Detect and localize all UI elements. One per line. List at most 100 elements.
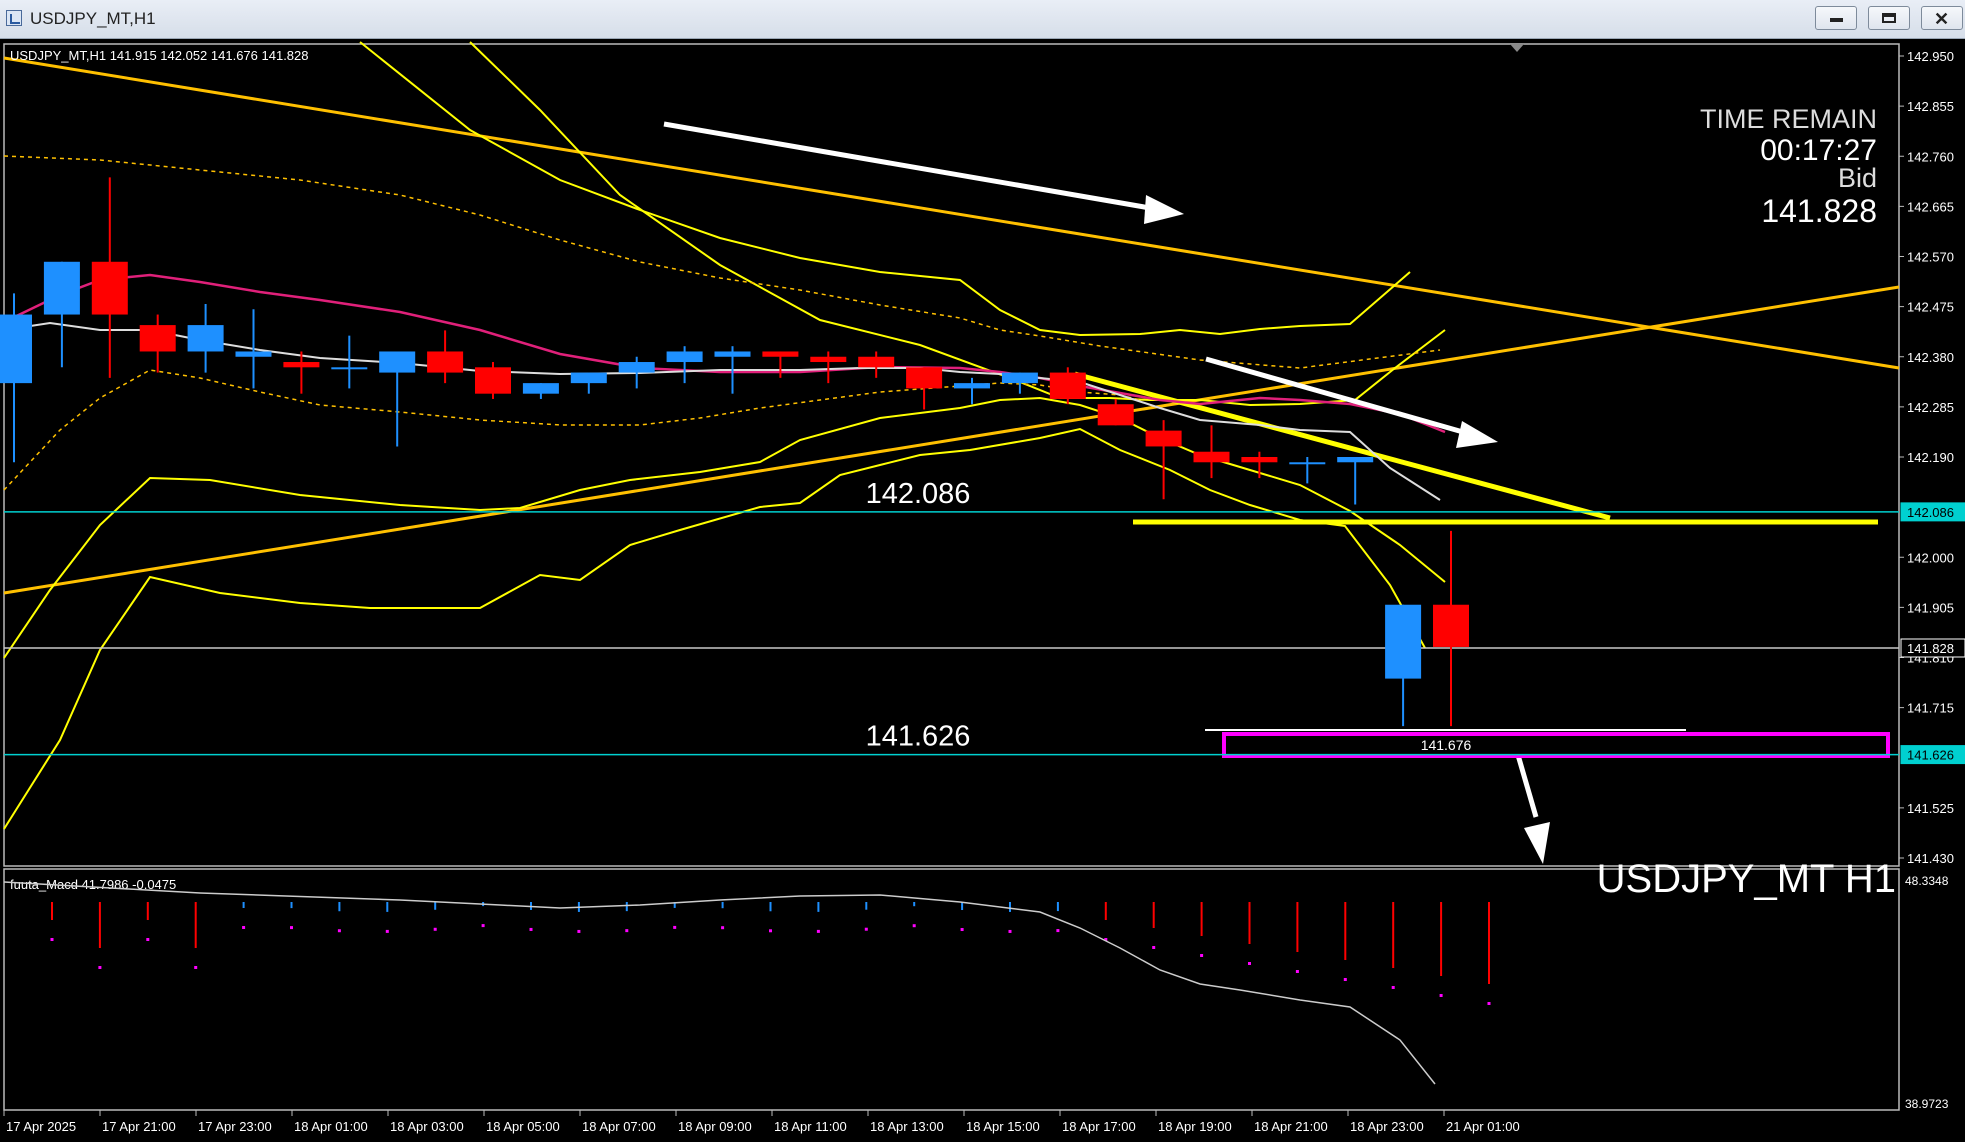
price-tick-label: 142.855	[1907, 99, 1954, 114]
time-tick-label: 18 Apr 01:00	[294, 1119, 368, 1134]
title-bar[interactable]: USDJPY_MT,H1 ✕	[0, 0, 1965, 39]
arrow-down-short	[1205, 356, 1471, 437]
candle-body	[810, 356, 847, 363]
shift-marker-icon	[1510, 44, 1524, 52]
candle-body	[1145, 430, 1182, 447]
macd-dot	[673, 925, 677, 929]
band-upper-inner	[359, 41, 1411, 337]
indicator-frame	[3, 868, 1900, 1111]
time-tick-label: 18 Apr 21:00	[1254, 1119, 1328, 1134]
indicator-axis-min: 38.9723	[1905, 1097, 1949, 1111]
time-tick-label: 18 Apr 17:00	[1062, 1119, 1136, 1134]
macd-dot	[577, 929, 581, 933]
chart-window-icon	[6, 10, 22, 26]
close-button[interactable]: ✕	[1921, 6, 1963, 30]
candle-body	[1241, 457, 1278, 463]
macd-dot	[194, 966, 198, 969]
window-title: USDJPY_MT,H1	[30, 9, 156, 28]
macd-dot	[1487, 1002, 1491, 1005]
macd-signal-line	[3, 881, 1436, 1085]
price-tick-label: 142.285	[1907, 400, 1954, 415]
macd-dot	[769, 929, 772, 933]
time-tick-label: 17 Apr 2025	[6, 1119, 76, 1134]
trendlines	[3, 56, 1900, 595]
macd-dot	[864, 927, 868, 931]
time-tick-label: 18 Apr 03:00	[390, 1119, 464, 1134]
candle-body	[43, 261, 80, 315]
macd-dot	[625, 929, 629, 933]
macd-dot	[816, 929, 820, 933]
macd-dot	[1391, 986, 1395, 989]
price-marker-label: 141.828	[1907, 641, 1954, 656]
candle-body	[331, 367, 368, 370]
price-levels: 142.086 141.626	[4, 478, 1899, 756]
candle-body	[618, 362, 655, 373]
price-chart[interactable]: 141.676 142.086141.626 142.950142.855142…	[0, 39, 1965, 1142]
minimize-button[interactable]	[1815, 6, 1857, 30]
macd-dot	[1008, 929, 1012, 933]
candle-body	[906, 367, 943, 389]
candle-body	[522, 383, 559, 394]
price-tick-label: 142.475	[1907, 300, 1954, 315]
time-tick-label: 18 Apr 15:00	[966, 1119, 1040, 1134]
bid-label: Bid	[1838, 163, 1877, 193]
bid-value: 141.828	[1761, 193, 1877, 229]
macd-dot	[481, 924, 485, 928]
candle-body	[570, 372, 607, 384]
candle-body	[1385, 604, 1422, 679]
price-tick-label: 142.000	[1907, 550, 1954, 565]
envelope-bands	[3, 41, 1446, 830]
macd-dot	[385, 929, 389, 933]
candle-body	[1049, 372, 1086, 399]
macd-dot	[960, 928, 964, 932]
time-tick-label: 18 Apr 05:00	[486, 1119, 560, 1134]
maximize-button[interactable]	[1868, 6, 1910, 30]
macd-dot	[1056, 929, 1060, 933]
time-tick-label: 18 Apr 07:00	[582, 1119, 656, 1134]
time-tick-label: 17 Apr 23:00	[198, 1119, 272, 1134]
price-marker-label: 142.086	[1907, 505, 1954, 520]
band-upper-outer	[469, 41, 1446, 407]
macd-dot	[1343, 978, 1347, 981]
trendline-down	[3, 56, 1900, 370]
candle-body	[427, 351, 464, 373]
price-tick-label: 141.905	[1907, 600, 1954, 615]
macd-dot	[337, 929, 341, 933]
price-tick-label: 142.380	[1907, 350, 1954, 365]
band-lower-inner	[3, 396, 1446, 659]
candle-body	[954, 383, 990, 389]
macd-dot	[146, 938, 150, 941]
time-tick-label: 18 Apr 11:00	[774, 1119, 847, 1134]
candle-body	[235, 351, 272, 357]
candle-body	[1433, 604, 1469, 647]
level-label: 142.086	[866, 478, 971, 510]
macd-dot	[433, 927, 437, 931]
price-tick-label: 142.665	[1907, 199, 1954, 214]
price-axis: 142.950 142.855 142.760 142.665 142.570 142.4…	[1899, 49, 1965, 866]
symbol-watermark: USDJPY_MT H1	[1597, 857, 1896, 901]
price-marker-label: 141.626	[1907, 748, 1954, 763]
time-tick-label: 21 Apr 01:00	[1446, 1119, 1520, 1134]
candle-body	[1097, 404, 1134, 426]
macd-dot	[98, 966, 102, 969]
candle-body	[187, 325, 224, 352]
price-tick-label: 142.760	[1907, 149, 1954, 164]
candle-body	[762, 351, 799, 357]
candle-body	[858, 356, 895, 368]
annotation-arrows	[663, 121, 1550, 864]
time-remain-label: TIME REMAIN	[1700, 104, 1877, 134]
ohlc-header: USDJPY_MT,H1 141.915 142.052 141.676 141…	[10, 48, 309, 63]
price-tick-label: 141.430	[1907, 851, 1954, 866]
candle-body	[0, 314, 32, 384]
macd-dot	[912, 924, 916, 928]
low-box-label: 141.676	[1421, 737, 1472, 753]
time-tick-label: 18 Apr 19:00	[1158, 1119, 1232, 1134]
candle-body	[475, 367, 511, 394]
price-tick-label: 142.190	[1907, 450, 1954, 465]
arrow-down-long	[663, 121, 1151, 211]
candle-body	[91, 261, 128, 315]
arrow-down-long-head-icon	[1144, 195, 1184, 224]
time-axis: 17 Apr 2025 17 Apr 21:00 17 Apr 23:00 18 Ap…	[3, 1110, 1520, 1134]
price-tick-label: 141.525	[1907, 801, 1954, 816]
candle-body	[379, 351, 416, 373]
